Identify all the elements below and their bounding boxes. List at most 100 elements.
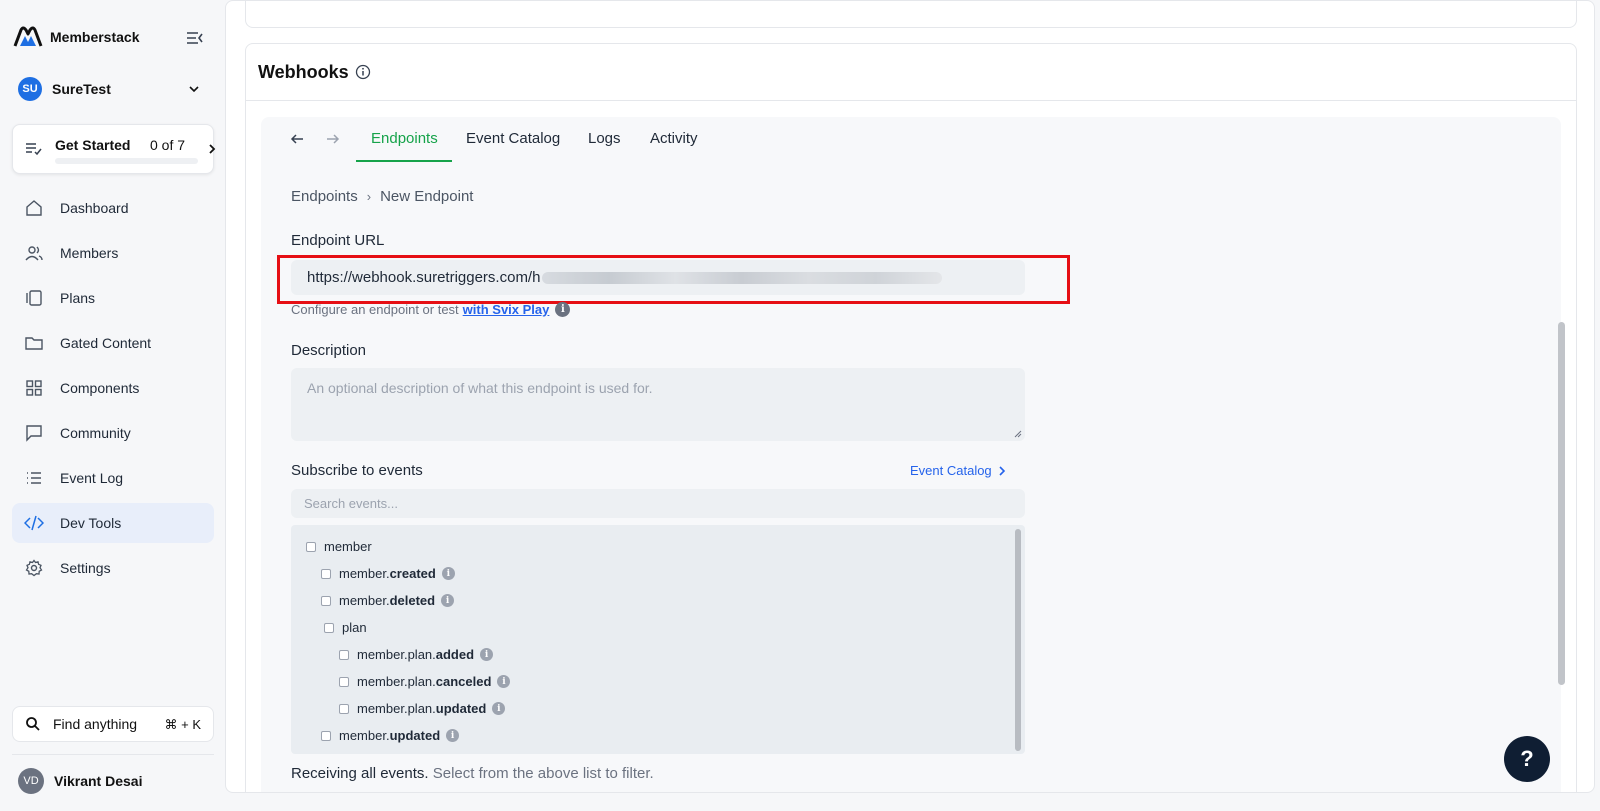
event-checkbox[interactable]: [321, 568, 331, 579]
sidebar-item-label: Settings: [60, 560, 111, 576]
list-item[interactable]: member.deleted i: [321, 593, 455, 608]
users-icon: [24, 243, 44, 263]
breadcrumb-current: New Endpoint: [380, 188, 474, 205]
breadcrumb-endpoints[interactable]: Endpoints: [291, 188, 358, 205]
event-tree: member member.created i member.deleted i…: [291, 525, 1025, 754]
chevron-right-icon: [209, 144, 216, 154]
checklist-icon: [26, 143, 42, 156]
sidebar-item-label: Community: [60, 425, 131, 441]
get-started-progress: [55, 158, 198, 164]
info-icon[interactable]: i: [446, 729, 460, 742]
svix-play-link[interactable]: with Svix Play: [463, 302, 550, 317]
workspace-switcher[interactable]: SU SureTest: [18, 76, 208, 102]
endpoint-help-text: Configure an endpoint or test with Svix …: [291, 302, 571, 317]
main-content: Webhooks Endpoints Event Catalog Logs Ac…: [225, 0, 1595, 793]
arrow-right-icon[interactable]: [325, 131, 341, 147]
list-item[interactable]: member.plan.updated i: [339, 701, 506, 716]
event-checkbox[interactable]: [339, 703, 349, 714]
info-icon[interactable]: i: [492, 702, 506, 715]
home-icon: [24, 198, 44, 218]
sidebar-item-plans[interactable]: Plans: [12, 278, 214, 318]
tab-activity[interactable]: Activity: [650, 130, 698, 147]
keyboard-shortcut: ⌘ + K: [164, 717, 202, 732]
workspace-avatar: SU: [18, 77, 42, 101]
event-catalog-link[interactable]: Event Catalog: [910, 463, 1006, 478]
tab-endpoints[interactable]: Endpoints: [371, 130, 438, 147]
list-item[interactable]: member.updated i: [321, 728, 460, 743]
sidebar-item-components[interactable]: Components: [12, 368, 214, 408]
get-started-count: 0 of 7: [150, 137, 186, 153]
description-label: Description: [291, 342, 367, 359]
event-checkbox[interactable]: [324, 622, 334, 633]
info-icon[interactable]: [355, 64, 371, 80]
event-checkbox[interactable]: [306, 541, 316, 552]
info-icon[interactable]: i: [497, 675, 511, 688]
description-textarea[interactable]: An optional description of what this end…: [291, 368, 1025, 441]
sidebar-item-label: Event Log: [60, 470, 124, 486]
chevron-down-icon: [189, 86, 199, 93]
sidebar-item-label: Members: [60, 245, 119, 261]
sidebar-item-members[interactable]: Members: [12, 233, 214, 273]
event-checkbox[interactable]: [339, 649, 349, 660]
find-anything-label: Find anything: [53, 716, 138, 732]
event-name: member.plan.added: [357, 647, 475, 662]
info-icon[interactable]: i: [441, 567, 455, 580]
event-checkbox[interactable]: [321, 595, 331, 606]
user-profile[interactable]: VD Vikrant Desai: [18, 768, 142, 794]
tab-bar: Endpoints Event Catalog Logs Activity: [261, 117, 861, 163]
sidebar-item-settings[interactable]: Settings: [12, 548, 214, 588]
webhooks-card: Webhooks Endpoints Event Catalog Logs Ac…: [245, 43, 1577, 792]
list-icon: [24, 468, 44, 488]
event-name: plan: [342, 620, 367, 635]
list-item[interactable]: plan: [324, 620, 367, 635]
info-icon[interactable]: i: [480, 648, 494, 661]
sidebar-item-label: Dev Tools: [60, 515, 122, 531]
sidebar-item-community[interactable]: Community: [12, 413, 214, 453]
sidebar-item-label: Dashboard: [60, 200, 129, 216]
event-catalog-label: Event Catalog: [910, 463, 992, 478]
brand-name: Memberstack: [50, 29, 140, 45]
collapse-sidebar-icon[interactable]: [186, 30, 204, 46]
help-button[interactable]: ?: [1504, 736, 1550, 782]
divider: [12, 754, 214, 755]
get-started-card[interactable]: Get Started 0 of 7: [12, 124, 216, 174]
event-list-scrollbar[interactable]: [1015, 529, 1021, 751]
sidebar-item-label: Plans: [60, 290, 96, 306]
event-checkbox[interactable]: [321, 730, 331, 741]
tab-logs[interactable]: Logs: [588, 130, 621, 147]
get-started-label: Get Started: [55, 137, 131, 153]
list-item[interactable]: member.plan.added i: [339, 647, 494, 662]
list-item[interactable]: member.plan.canceled i: [339, 674, 511, 689]
search-placeholder: Search events...: [304, 496, 398, 511]
workspace-name: SureTest: [52, 81, 111, 97]
event-name: member.deleted: [339, 593, 436, 608]
sidebar-item-dev-tools[interactable]: Dev Tools: [12, 503, 214, 543]
page-title: Webhooks: [258, 61, 349, 82]
find-anything-button[interactable]: Find anything ⌘ + K: [12, 706, 214, 742]
list-item[interactable]: member: [306, 539, 372, 554]
sidebar-item-dashboard[interactable]: Dashboard: [12, 188, 214, 228]
sidebar-nav: Dashboard Members Plans Gated Content Co…: [12, 188, 214, 593]
event-name: member.plan.canceled: [357, 674, 492, 689]
event-checkbox[interactable]: [339, 676, 349, 687]
chevron-right-icon: [999, 465, 1005, 476]
page-scrollbar[interactable]: [1558, 322, 1565, 685]
brand[interactable]: Memberstack: [12, 24, 140, 50]
search-events-input[interactable]: Search events...: [291, 489, 1025, 518]
resize-handle-icon[interactable]: [1014, 430, 1022, 438]
help-text: Configure an endpoint or test: [291, 302, 459, 317]
event-name: member: [324, 539, 372, 554]
svix-portal: Endpoints Event Catalog Logs Activity En…: [261, 117, 1561, 792]
red-highlight-box: [277, 255, 1070, 304]
sidebar-item-label: Components: [60, 380, 140, 396]
sidebar-item-gated-content[interactable]: Gated Content: [12, 323, 214, 363]
info-icon[interactable]: i: [441, 594, 455, 607]
endpoint-url-label: Endpoint URL: [291, 232, 385, 249]
sidebar-item-event-log[interactable]: Event Log: [12, 458, 214, 498]
arrow-left-icon[interactable]: [289, 131, 305, 147]
search-icon: [26, 717, 40, 731]
tab-event-catalog[interactable]: Event Catalog: [466, 130, 560, 147]
info-icon[interactable]: i: [555, 302, 571, 317]
list-item[interactable]: member.created i: [321, 566, 455, 581]
webhooks-header: Webhooks: [246, 44, 1576, 101]
